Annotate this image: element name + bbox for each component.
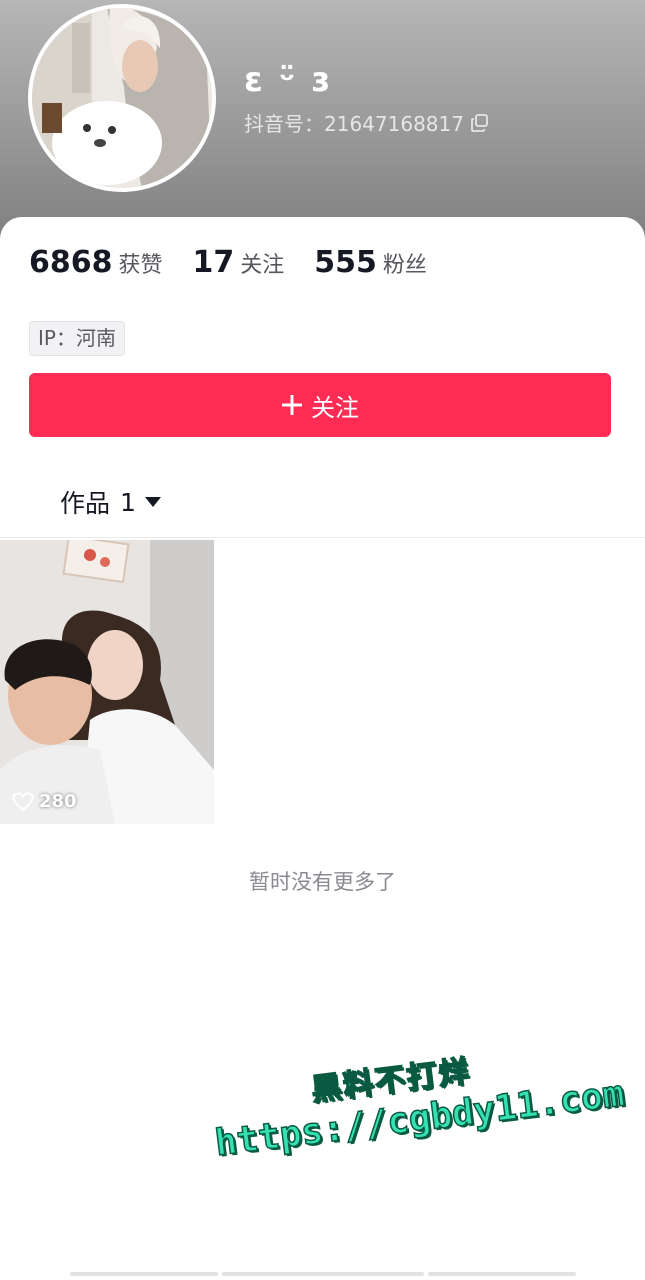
stat-label: 获赞 xyxy=(118,253,163,278)
stat-likes[interactable]: 6868 获赞 xyxy=(29,245,163,280)
stat-value: 17 xyxy=(192,245,235,280)
follow-button[interactable]: 关注 xyxy=(29,373,611,437)
video-thumbnail[interactable]: 280 xyxy=(0,540,214,824)
nickname: ɛ ᵕ̈ ɜ xyxy=(244,60,332,100)
works-tab-label: 作品 xyxy=(60,489,111,518)
douyin-id: 抖音号：21647168817 xyxy=(244,108,490,137)
bottom-scroll-indicator xyxy=(428,1272,576,1276)
like-count-text: 280 xyxy=(39,791,77,812)
profile-stats: 6868 获赞 17 关注 555 粉丝 xyxy=(29,245,457,280)
bottom-scroll-indicator xyxy=(222,1272,424,1276)
bottom-scroll-indicator xyxy=(70,1272,218,1276)
tab-works[interactable]: 作品 1 xyxy=(60,484,162,520)
ip-location-tag: IP：河南 xyxy=(29,321,125,356)
caret-down-icon xyxy=(144,497,161,507)
copy-icon[interactable] xyxy=(470,113,490,133)
plus-icon xyxy=(282,395,302,415)
douyin-id-text: 抖音号：21647168817 xyxy=(244,112,464,136)
no-more-content-text: 暂时没有更多了 xyxy=(249,870,396,894)
stat-following[interactable]: 17 关注 xyxy=(193,245,285,280)
video-like-count: 280 xyxy=(12,791,77,812)
follow-button-label: 关注 xyxy=(311,393,359,422)
stat-followers[interactable]: 555 粉丝 xyxy=(314,245,427,280)
works-count: 1 xyxy=(120,487,136,517)
stat-value: 555 xyxy=(314,245,377,280)
heart-outline-icon xyxy=(12,791,34,811)
tab-divider xyxy=(0,537,645,538)
stat-value: 6868 xyxy=(29,245,113,280)
avatar[interactable] xyxy=(28,4,216,192)
stat-label: 关注 xyxy=(240,253,285,278)
stat-label: 粉丝 xyxy=(382,253,427,278)
